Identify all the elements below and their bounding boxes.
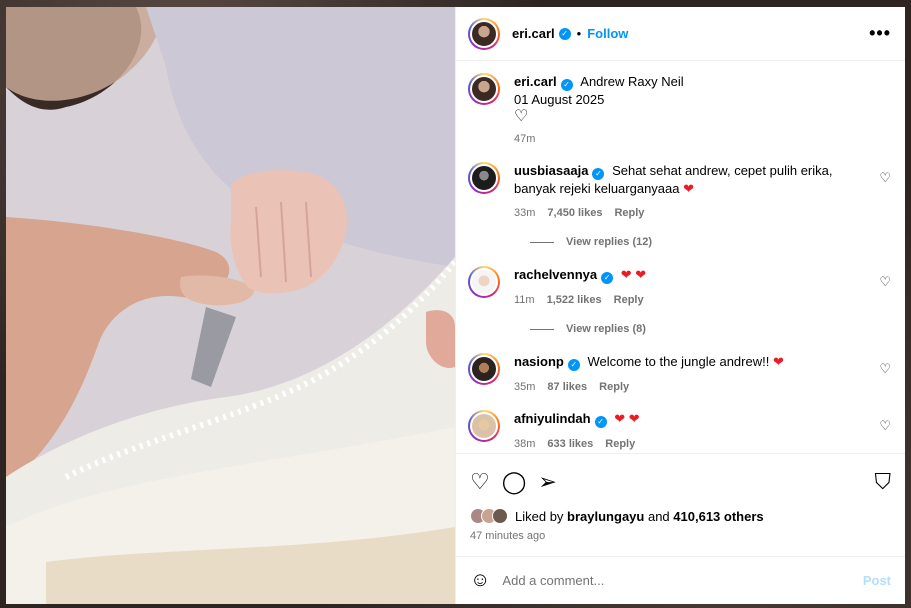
reply-button[interactable]: Reply [605, 436, 635, 453]
comment-likes[interactable]: 633 likes [547, 436, 593, 453]
comment-meta: 35m 87 likes Reply [514, 379, 859, 396]
caption-tagged[interactable]: Andrew Raxy Neil [580, 74, 683, 89]
separator-dot: • [576, 26, 582, 41]
caption: eri.carl ✓ Andrew Raxy Neil 01 August 202… [468, 73, 891, 148]
post-actions: ♡ ◯ ➢ ⛉ Liked by braylungayu and 410,613… [456, 453, 905, 548]
follow-button[interactable]: Follow [587, 26, 628, 41]
comment-meta: 33m 7,450 likes Reply [514, 205, 859, 222]
liked-by-count[interactable]: 410,613 others [673, 509, 763, 524]
comment-avatar[interactable] [468, 410, 500, 442]
comments-list[interactable]: eri.carl ✓ Andrew Raxy Neil 01 August 202… [456, 61, 905, 453]
comment-body: rachelvennya ✓ ❤ ❤ 11m 1,522 likes Reply [514, 266, 859, 309]
comment-meta: 38m 633 likes Reply [514, 436, 859, 453]
comment-username[interactable]: uusbiasaaja [514, 163, 588, 178]
comment-time[interactable]: 11m [514, 292, 535, 309]
add-comment-bar: ☺ Post [456, 556, 905, 604]
post-modal: eri.carl ✓ • Follow ••• eri.carl ✓ Andrew… [6, 7, 905, 604]
comment-likes[interactable]: 1,522 likes [547, 292, 602, 309]
comment-item: nasionp ✓ Welcome to the jungle andrew!! … [468, 353, 891, 396]
comment-likes[interactable]: 7,450 likes [547, 205, 602, 222]
reply-button[interactable]: Reply [614, 292, 644, 309]
view-replies-label: View replies (12) [566, 236, 653, 248]
comment-like-icon[interactable]: ♡ [879, 274, 891, 290]
liked-by-prefix: Liked by [515, 508, 564, 524]
caption-time[interactable]: 47m [514, 131, 891, 148]
comment-body: nasionp ✓ Welcome to the jungle andrew!! … [514, 353, 859, 396]
view-replies-button[interactable]: View replies (12) [530, 236, 891, 248]
comment-avatar[interactable] [468, 266, 500, 298]
verified-badge-icon: ✓ [560, 79, 573, 91]
comment-meta: 11m 1,522 likes Reply [514, 292, 859, 309]
author-avatar[interactable] [468, 17, 500, 50]
red-heart-emoji: ❤ ❤ [620, 267, 647, 282]
verified-badge-icon: ✓ [592, 168, 605, 180]
post-header: eri.carl ✓ • Follow ••• [456, 7, 905, 61]
comment-username[interactable]: afniyulindah [514, 411, 591, 426]
save-icon[interactable]: ⛉ [874, 469, 891, 495]
comment-like-icon[interactable]: ♡ [879, 170, 891, 186]
liked-by-and: and [647, 508, 670, 524]
liked-by-user[interactable]: braylungayu [567, 509, 644, 524]
replies-line [530, 241, 554, 243]
comment-input[interactable] [502, 573, 851, 588]
action-icons: ♡ ◯ ➢ ⛉ [470, 462, 891, 502]
comment-body: afniyulindah ✓ ❤ ❤ 38m 633 likes Reply [514, 410, 859, 453]
caption-body: eri.carl ✓ Andrew Raxy Neil 01 August 202… [514, 73, 891, 148]
view-replies-button[interactable]: View replies (8) [530, 323, 891, 335]
caption-date: 01 August 2025 [514, 92, 605, 107]
verified-badge-icon: ✓ [601, 272, 614, 284]
red-heart-emoji: ❤ [683, 181, 695, 196]
post-time-ago[interactable]: 47 minutes ago [470, 530, 891, 542]
comment-username[interactable]: nasionp [514, 354, 564, 369]
replies-line [530, 328, 554, 330]
comment-like-icon[interactable]: ♡ [879, 361, 891, 377]
liker-avatars[interactable] [470, 508, 508, 524]
comment-icon[interactable]: ◯ [502, 469, 527, 495]
reply-button[interactable]: Reply [614, 205, 644, 222]
comment-likes[interactable]: 87 likes [547, 379, 587, 396]
comment-time[interactable]: 38m [514, 436, 535, 453]
caption-avatar[interactable] [468, 73, 500, 105]
reply-button[interactable]: Reply [599, 379, 629, 396]
emoji-icon[interactable]: ☺ [470, 569, 490, 592]
comment-avatar[interactable] [468, 162, 500, 194]
comment-time[interactable]: 35m [514, 379, 535, 396]
verified-badge-icon: ✓ [594, 416, 607, 428]
post-photo[interactable] [6, 7, 455, 604]
view-replies-label: View replies (8) [566, 323, 646, 335]
comment-like-icon[interactable]: ♡ [879, 418, 891, 434]
post-panel: eri.carl ✓ • Follow ••• eri.carl ✓ Andrew… [455, 7, 905, 604]
more-options-icon[interactable]: ••• [869, 23, 891, 44]
caption-heart-icon: ♡ [514, 108, 529, 125]
liked-by: Liked by braylungayu and 410,613 others [470, 508, 891, 524]
red-heart-emoji: ❤ [772, 354, 784, 369]
red-heart-emoji: ❤ ❤ [614, 411, 640, 426]
verified-badge-icon: ✓ [558, 27, 571, 40]
baby-hand-photo [6, 7, 455, 604]
post-button[interactable]: Post [863, 573, 891, 588]
comment-avatar[interactable] [468, 353, 500, 385]
like-icon[interactable]: ♡ [470, 469, 490, 495]
verified-badge-icon: ✓ [567, 359, 580, 371]
comment-text: Welcome to the jungle andrew!! [587, 354, 770, 369]
comment-time[interactable]: 33m [514, 205, 535, 222]
comment-item: rachelvennya ✓ ❤ ❤ 11m 1,522 likes Reply … [468, 266, 891, 309]
comment-username[interactable]: rachelvennya [514, 267, 597, 282]
author-username[interactable]: eri.carl [512, 26, 555, 41]
share-icon[interactable]: ➢ [538, 469, 556, 495]
comment-item: uusbiasaaja ✓ Sehat sehat andrew, cepet p… [468, 162, 891, 222]
comment-body: uusbiasaaja ✓ Sehat sehat andrew, cepet p… [514, 162, 859, 222]
caption-username[interactable]: eri.carl [514, 74, 557, 89]
comment-item: afniyulindah ✓ ❤ ❤ 38m 633 likes Reply ♡ [468, 410, 891, 453]
